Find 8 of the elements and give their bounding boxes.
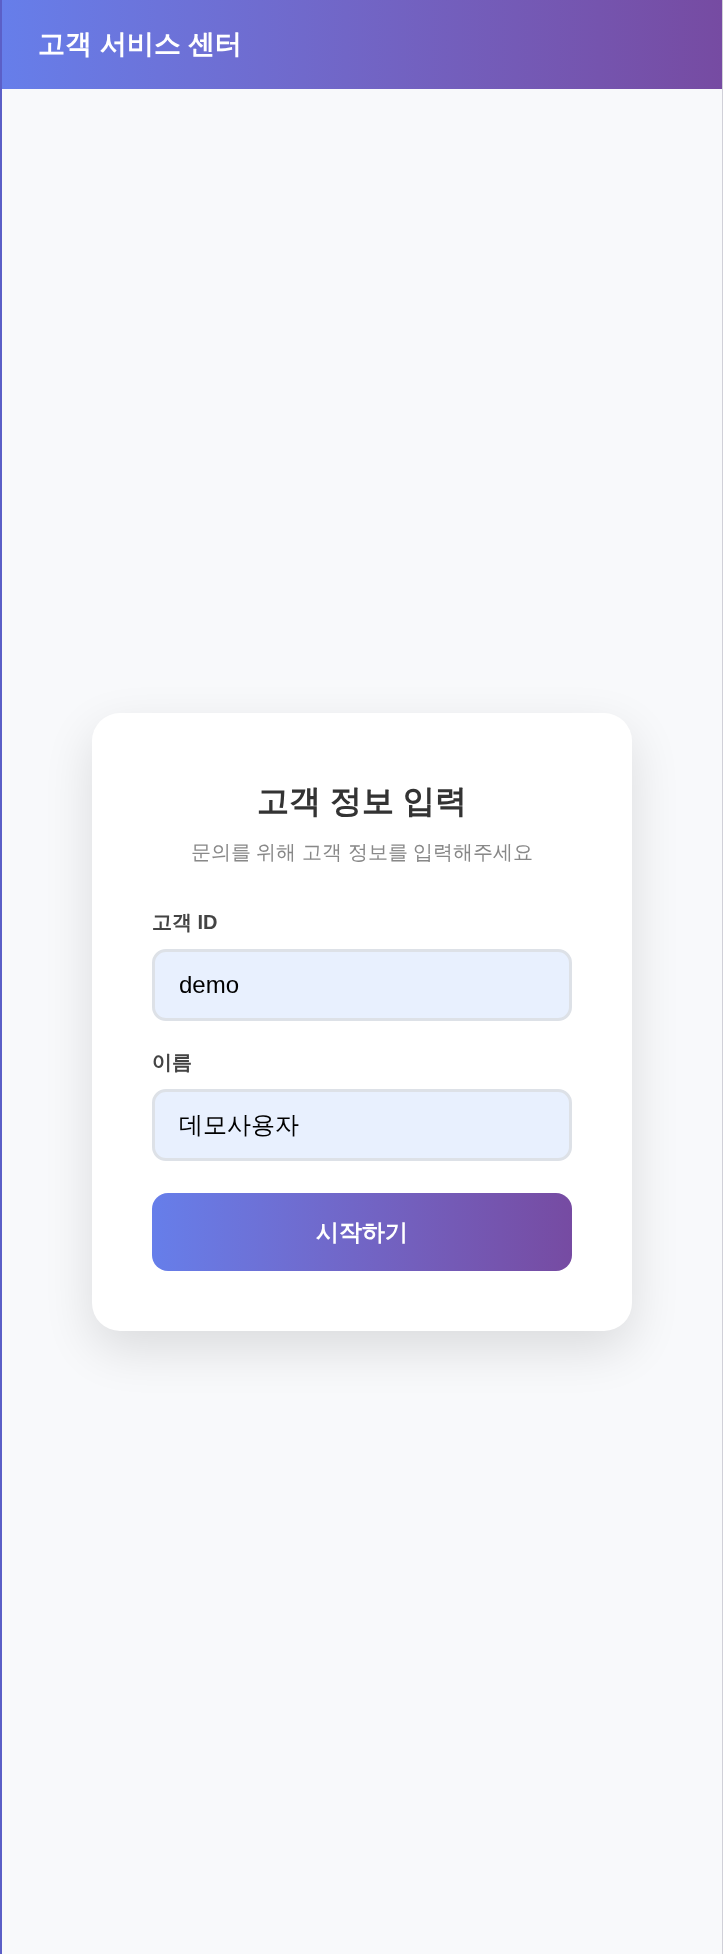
start-button[interactable]: 시작하기 bbox=[152, 1193, 572, 1271]
field-label: 고객 ID bbox=[152, 910, 219, 935]
header-title: 고객 서비스 센터 bbox=[38, 28, 242, 62]
card-title: 고객 정보 입력 bbox=[256, 782, 468, 821]
card-subtitle: 문의를 위해 고객 정보를 입력해주세요 bbox=[189, 840, 535, 865]
input-field[interactable]: 데모사용자 bbox=[152, 1089, 572, 1161]
field-label: 이름 bbox=[152, 1050, 193, 1075]
input-field[interactable]: demo bbox=[152, 949, 572, 1021]
